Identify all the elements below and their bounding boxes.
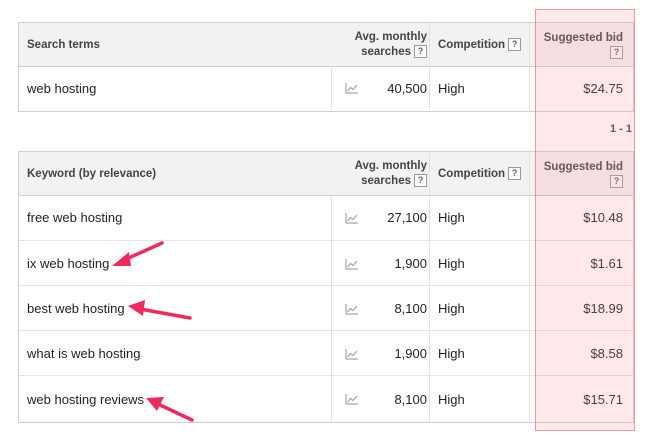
column-header-search-terms[interactable]: Search terms xyxy=(27,23,327,66)
keyword[interactable]: what is web hosting xyxy=(27,331,327,376)
table-row: what is web hosting 1,900 High $8.58 xyxy=(19,330,633,376)
trend-chart-icon[interactable] xyxy=(331,376,371,422)
suggested-bid: $8.58 xyxy=(529,331,633,376)
column-header-avg-monthly-searches[interactable]: Avg. monthly searches? xyxy=(339,152,427,195)
trend-chart-icon[interactable] xyxy=(331,66,371,110)
suggested-bid: $1.61 xyxy=(529,241,633,286)
competition: High xyxy=(429,66,529,110)
help-icon[interactable]: ? xyxy=(414,44,427,58)
help-icon[interactable]: ? xyxy=(414,173,427,187)
suggested-bid: $18.99 xyxy=(529,286,633,331)
search-term[interactable]: web hosting xyxy=(27,66,327,110)
help-icon[interactable]: ? xyxy=(508,38,522,51)
pagination-range: 1 - 1 xyxy=(609,123,632,135)
keyword-table-header: Keyword (by relevance) Avg. monthly sear… xyxy=(19,152,633,196)
header-line: Avg. monthly xyxy=(354,159,427,172)
avg-monthly-searches: 1,900 xyxy=(394,256,427,271)
competition: High xyxy=(429,376,529,422)
column-header-keyword[interactable]: Keyword (by relevance) xyxy=(27,152,327,195)
trend-chart-icon[interactable] xyxy=(331,286,371,331)
header-line-text: searches xyxy=(361,45,411,58)
help-icon[interactable]: ? xyxy=(508,167,522,180)
trend-chart-icon[interactable] xyxy=(331,241,371,286)
keyword-ideas-table: Keyword (by relevance) Avg. monthly sear… xyxy=(18,151,634,423)
competition: High xyxy=(429,286,529,331)
avg-monthly-searches: 8,100 xyxy=(394,301,427,316)
search-terms-table: Search terms Avg. monthly searches? Comp… xyxy=(18,22,634,112)
header-text: Suggested bid xyxy=(543,160,623,173)
header-line: searches? xyxy=(361,44,427,60)
keyword[interactable]: best web hosting xyxy=(27,286,327,331)
header-line: Avg. monthly xyxy=(354,30,427,43)
column-header-suggested-bid[interactable]: Suggested bid ? xyxy=(529,23,633,66)
avg-monthly-searches: 8,100 xyxy=(394,391,427,407)
suggested-bid: $24.75 xyxy=(529,66,633,110)
table-row: web hosting 40,500 High $24.75 xyxy=(19,66,633,110)
header-line: searches? xyxy=(361,173,427,189)
trend-chart-icon[interactable] xyxy=(331,195,371,240)
competition: High xyxy=(429,331,529,376)
suggested-bid: $15.71 xyxy=(529,376,633,422)
trend-chart-icon[interactable] xyxy=(331,331,371,376)
keyword[interactable]: ix web hosting xyxy=(27,241,327,286)
column-header-competition[interactable]: Competition ? xyxy=(429,152,529,195)
table-row: web hosting reviews 8,100 High $15.71 xyxy=(19,375,633,422)
keyword[interactable]: free web hosting xyxy=(27,195,327,240)
search-terms-header: Search terms Avg. monthly searches? Comp… xyxy=(19,23,633,67)
keyword[interactable]: web hosting reviews xyxy=(27,376,327,422)
help-icon[interactable]: ? xyxy=(610,45,623,59)
column-header-suggested-bid[interactable]: Suggested bid ? xyxy=(529,152,633,195)
table-row: free web hosting 27,100 High $10.48 xyxy=(19,195,633,240)
table-row: best web hosting 8,100 High $18.99 xyxy=(19,285,633,331)
table-row: ix web hosting 1,900 High $1.61 xyxy=(19,240,633,286)
column-header-avg-monthly-searches[interactable]: Avg. monthly searches? xyxy=(339,23,427,66)
header-text: Competition xyxy=(438,167,506,180)
competition: High xyxy=(429,195,529,240)
header-text: Competition xyxy=(438,38,506,51)
column-header-competition[interactable]: Competition ? xyxy=(429,23,529,66)
help-icon[interactable]: ? xyxy=(610,174,623,188)
header-text: Suggested bid xyxy=(543,31,623,44)
keyword-tool-panel: Search terms Avg. monthly searches? Comp… xyxy=(18,0,634,443)
competition: High xyxy=(429,241,529,286)
header-line-text: searches xyxy=(361,174,411,187)
suggested-bid: $10.48 xyxy=(529,195,633,240)
avg-monthly-searches: 1,900 xyxy=(394,346,427,361)
avg-monthly-searches: 27,100 xyxy=(387,210,427,225)
avg-monthly-searches: 40,500 xyxy=(387,80,427,96)
